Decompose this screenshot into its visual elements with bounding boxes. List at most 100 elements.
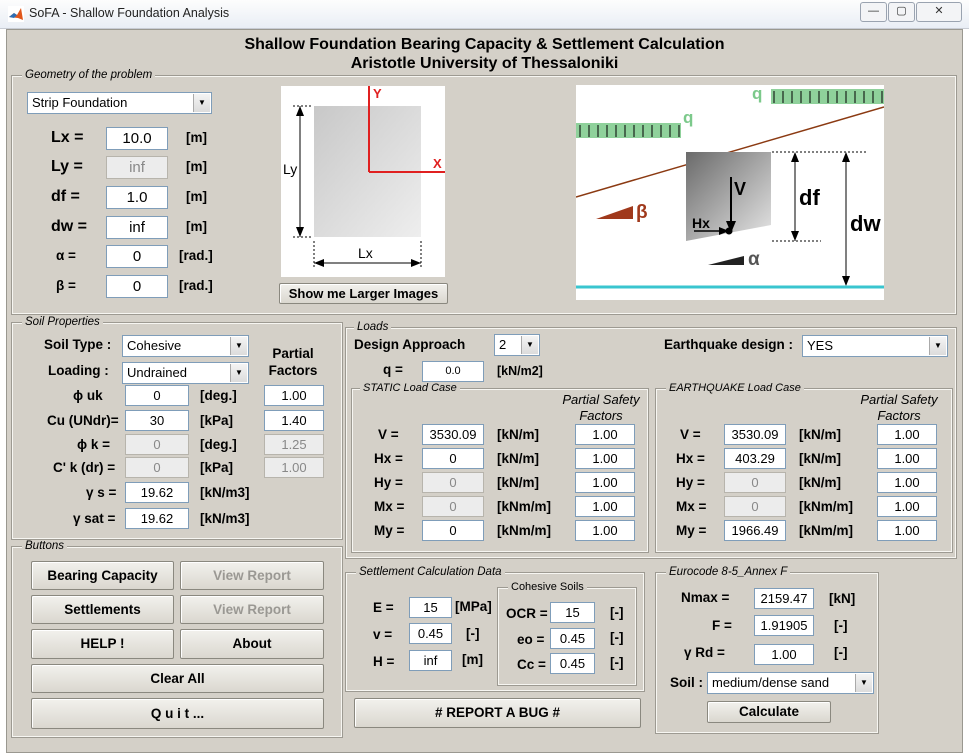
geometry-unit-5: [rad.] (179, 278, 213, 293)
quake-label-2: Hy = (676, 475, 705, 490)
cohesive-soils-legend: Cohesive Soils (508, 581, 587, 593)
eo-unit: [-] (610, 630, 624, 645)
static-unit-1: [kN/m] (497, 451, 540, 466)
soil-class-select[interactable]: medium/dense sand ▼ (707, 672, 874, 694)
beta-label: β (636, 202, 648, 223)
geometry-input-5[interactable]: 0 (106, 275, 168, 298)
geometry-input-4[interactable]: 0 (106, 245, 168, 268)
loading-select[interactable]: Undrained ▼ (122, 362, 249, 384)
geometry-unit-1: [m] (186, 159, 207, 174)
cc-input[interactable]: 0.45 (550, 653, 595, 674)
static-input-2[interactable]: 0 (422, 472, 484, 493)
static-input-0[interactable]: 3530.09 (422, 424, 484, 445)
static-input-4[interactable]: 0 (422, 520, 484, 541)
static-factor-2[interactable]: 1.00 (575, 472, 635, 493)
geometry-input-2[interactable]: 1.0 (106, 186, 168, 209)
window-title: SoFA - Shallow Foundation Analysis (29, 6, 230, 20)
e-input[interactable]: 15 (409, 597, 452, 618)
alpha-triangle (708, 256, 744, 265)
static-factor-1[interactable]: 1.00 (575, 448, 635, 469)
soil-input-2[interactable]: 0 (125, 434, 189, 455)
soil-partial-factor-0[interactable]: 1.00 (264, 385, 324, 406)
soil-input-3[interactable]: 0 (125, 457, 189, 478)
h-input[interactable]: inf (409, 650, 452, 671)
quit-button[interactable]: Q u i t ... (31, 698, 324, 729)
quake-input-3[interactable]: 0 (724, 496, 786, 517)
geometry-label-5: β = (56, 278, 76, 293)
quake-factor-0[interactable]: 1.00 (877, 424, 937, 445)
chevron-down-icon: ▼ (521, 336, 538, 354)
quake-input-2[interactable]: 0 (724, 472, 786, 493)
geometry-input-3[interactable]: inf (106, 216, 168, 239)
view-report-settlements-button[interactable]: View Report (180, 595, 324, 624)
geometry-unit-3: [m] (186, 219, 207, 234)
quake-input-1[interactable]: 403.29 (724, 448, 786, 469)
quake-label-0: V = (680, 427, 701, 442)
calculate-button[interactable]: Calculate (707, 701, 831, 723)
eurocode-legend: Eurocode 8-5_Annex F (666, 566, 791, 578)
foundation-section-image: q q β V Hx df dw α (575, 84, 885, 300)
q-unit: [kN/m2] (497, 364, 543, 378)
plan-view-drawing: Y X Ly Lx (283, 86, 445, 269)
quake-factor-2[interactable]: 1.00 (877, 472, 937, 493)
soil-unit-0: [deg.] (200, 388, 237, 403)
design-approach-select[interactable]: 2 ▼ (494, 334, 540, 356)
show-larger-images-button[interactable]: Show me Larger Images (279, 283, 448, 304)
static-factor-0[interactable]: 1.00 (575, 424, 635, 445)
static-factor-3[interactable]: 1.00 (575, 496, 635, 517)
soil-type-select[interactable]: Cohesive ▼ (122, 335, 249, 357)
soil-input-1[interactable]: 30 (125, 410, 189, 431)
soil-partial-factor-2[interactable]: 1.25 (264, 434, 324, 455)
quake-unit-0: [kN/m] (799, 427, 842, 442)
close-button[interactable]: ✕ (916, 2, 962, 22)
soil-input-5[interactable]: 19.62 (125, 508, 189, 529)
title-bar: SoFA - Shallow Foundation Analysis — ▢ ✕ (0, 0, 969, 29)
soil-class-value: medium/dense sand (712, 675, 830, 690)
soil-input-4[interactable]: 19.62 (125, 482, 189, 503)
ocr-input[interactable]: 15 (550, 602, 595, 623)
view-report-bearing-button[interactable]: View Report (180, 561, 324, 590)
geometry-input-1[interactable]: inf (106, 156, 168, 179)
soil-unit-4: [kN/m3] (200, 485, 250, 500)
quake-factor-3[interactable]: 1.00 (877, 496, 937, 517)
soil-partial-factor-3[interactable]: 1.00 (264, 457, 324, 478)
settlements-button[interactable]: Settlements (31, 595, 174, 624)
soil-properties-legend: Soil Properties (22, 316, 103, 328)
soil-label-4: γ s = (86, 485, 117, 500)
quake-factor-1[interactable]: 1.00 (877, 448, 937, 469)
gamma-rd-input[interactable]: 1.00 (754, 644, 814, 665)
bearing-capacity-button[interactable]: Bearing Capacity (31, 561, 174, 590)
minimize-button[interactable]: — (860, 2, 887, 22)
nu-label: v = (373, 627, 393, 642)
clear-all-button[interactable]: Clear All (31, 664, 324, 693)
soil-unit-1: [kPa] (200, 413, 234, 428)
quake-input-4[interactable]: 1966.49 (724, 520, 786, 541)
static-factor-4[interactable]: 1.00 (575, 520, 635, 541)
ocr-label: OCR = (506, 606, 548, 621)
soil-type-value: Cohesive (127, 338, 182, 353)
dw-label: dw (850, 211, 881, 236)
maximize-button[interactable]: ▢ (888, 2, 915, 22)
soil-label-0: ϕ uk (73, 388, 103, 403)
geometry-input-0[interactable]: 10.0 (106, 127, 168, 150)
quake-factor-4[interactable]: 1.00 (877, 520, 937, 541)
soil-input-0[interactable]: 0 (125, 385, 189, 406)
help-button[interactable]: HELP ! (31, 629, 174, 659)
nmax-input[interactable]: 2159.47 (754, 588, 814, 609)
earthquake-load-legend: EARTHQUAKE Load Case (666, 382, 804, 394)
cc-unit: [-] (610, 655, 624, 670)
static-input-1[interactable]: 0 (422, 448, 484, 469)
nu-input[interactable]: 0.45 (409, 623, 452, 644)
eo-input[interactable]: 0.45 (550, 628, 595, 649)
soil-partial-factor-1[interactable]: 1.40 (264, 410, 324, 431)
q-input[interactable]: 0.0 (422, 361, 484, 382)
foundation-type-select[interactable]: Strip Foundation ▼ (27, 92, 212, 114)
f-input[interactable]: 1.91905 (754, 615, 814, 636)
earthquake-design-select[interactable]: YES ▼ (802, 335, 948, 357)
f-label: F = (712, 618, 732, 633)
static-input-3[interactable]: 0 (422, 496, 484, 517)
quake-input-0[interactable]: 3530.09 (724, 424, 786, 445)
header-line1: Shallow Foundation Bearing Capacity & Se… (244, 36, 725, 53)
report-bug-button[interactable]: # REPORT A BUG # (354, 698, 641, 728)
about-button[interactable]: About (180, 629, 324, 659)
